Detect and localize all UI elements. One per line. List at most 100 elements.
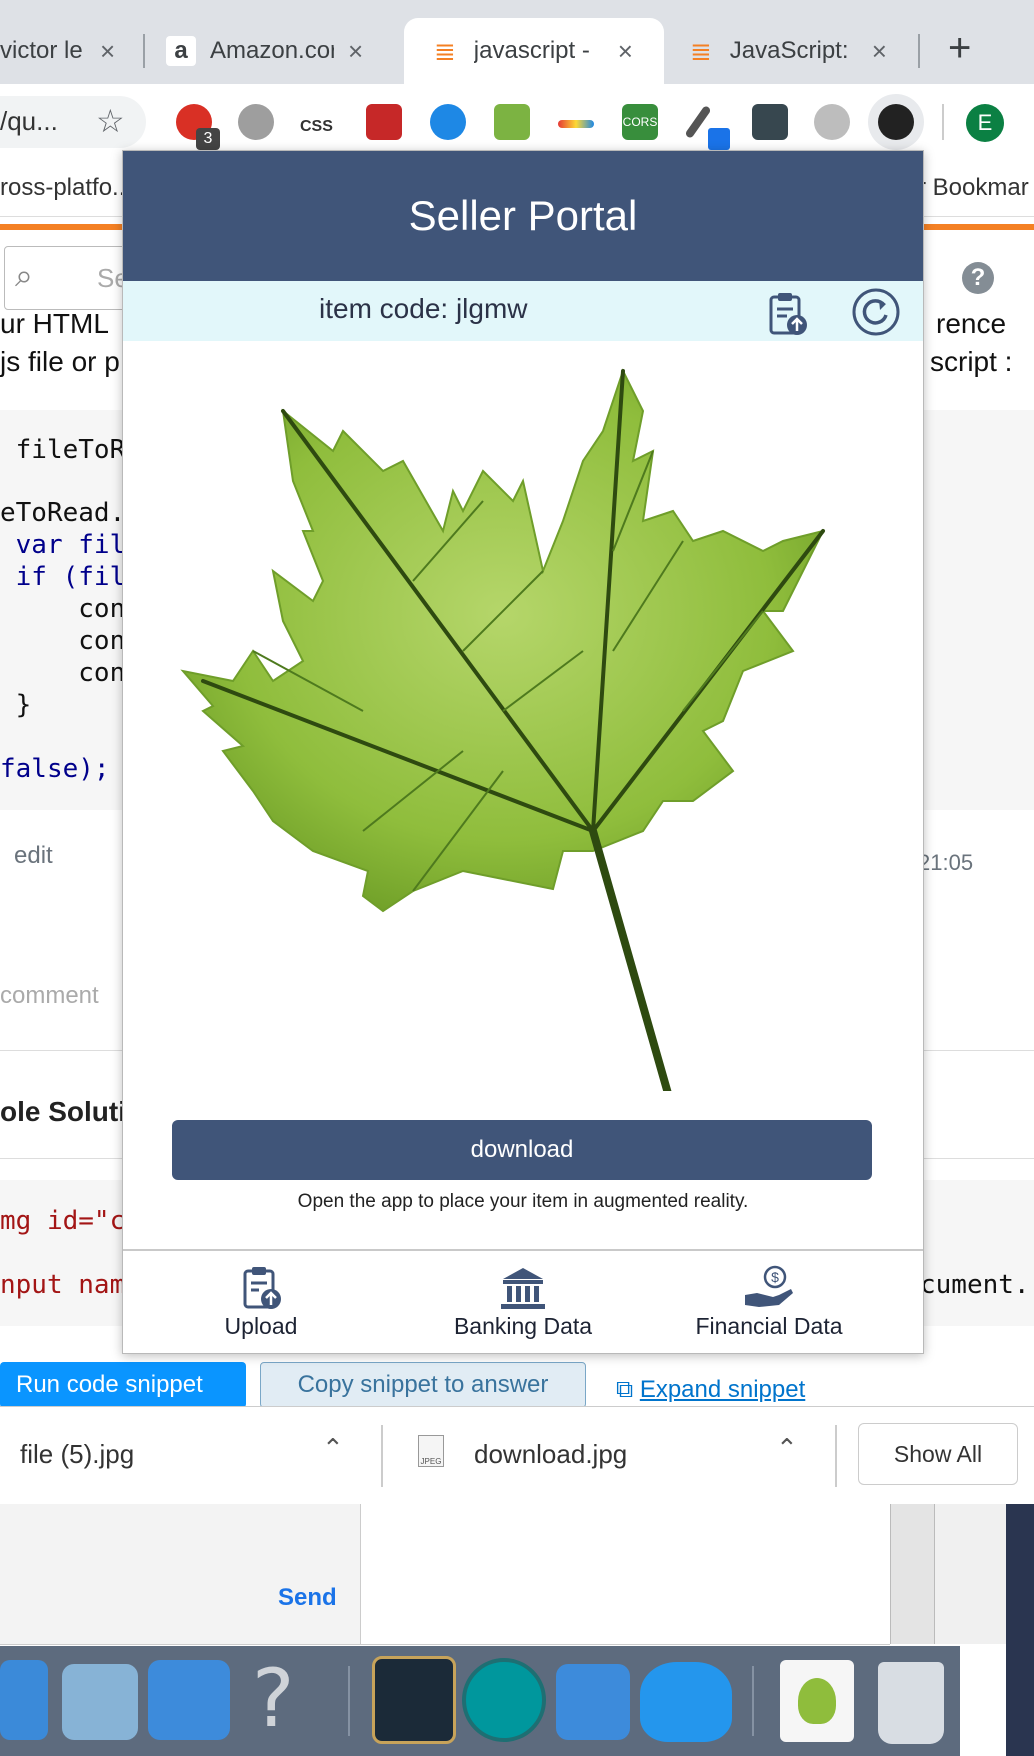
expand-snippet-link[interactable]: ⧉ Expand snippet [616,1376,805,1404]
tab-close-icon[interactable]: × [348,36,363,67]
help-icon[interactable]: ? [962,262,994,294]
download-item[interactable]: JPEG download.jpg ⌃ [384,1407,834,1505]
copy-snippet-button[interactable]: Copy snippet to answer [260,1362,586,1408]
add-comment-link[interactable]: comment [0,982,99,1010]
preview-app-icon[interactable] [62,1664,138,1740]
expand-snippet-label: Expand snippet [639,1376,806,1403]
new-tab-button[interactable]: + [948,26,971,71]
bookmark-item[interactable]: ross-platfo... [0,174,132,202]
xcode-beta-icon[interactable] [148,1660,230,1740]
answer-text: ur HTML [0,308,109,339]
css-extension-icon[interactable]: CSS [300,118,333,136]
leaf-image-thumbnail-icon[interactable] [780,1660,854,1742]
stacked-window [890,1504,935,1644]
tab-javascript-active[interactable]: ≣ javascript - × [404,18,664,84]
cors-extension-icon[interactable]: CORS [622,104,658,140]
download-item[interactable]: file (5).jpg ⌃ [0,1407,380,1505]
tab-javascript[interactable]: ≣ JavaScript: × [690,18,906,84]
run-code-snippet-button[interactable]: Run code snippet [0,1362,246,1408]
upload-clipboard-icon[interactable] [763,289,811,337]
search-icon: ⌕ [15,257,33,293]
tab-amazon[interactable]: a Amazon.cor × [166,18,386,84]
leaf-product-image [180,368,825,1091]
xcode-icon[interactable] [0,1660,48,1740]
docker-icon[interactable] [640,1662,732,1742]
filter-extension-icon[interactable] [430,104,466,140]
divider [835,1425,837,1487]
nav-financial-data[interactable]: $ Financial Data [659,1265,879,1340]
nav-upload[interactable]: Upload [151,1265,371,1340]
league-of-legends-icon[interactable] [372,1656,456,1744]
stackoverflow-icon: ≣ [434,35,456,66]
arduino-icon[interactable] [462,1658,546,1742]
refresh-icon[interactable] [851,287,901,337]
ar-hint-text: Open the app to place your item in augme… [297,1191,749,1212]
toolbar-divider [942,104,944,140]
simulator-icon[interactable] [556,1664,630,1740]
hand-dollar-icon: $ [745,1265,793,1307]
arc-extension-icon[interactable] [558,120,594,128]
download-button[interactable]: download [172,1120,872,1180]
download-shelf: file (5).jpg ⌃ JPEG download.jpg ⌃ Show … [0,1406,1034,1505]
extension-badge: 3 [196,128,220,150]
messages-compose-pane [0,1504,360,1644]
code-line: fileToR [0,435,126,465]
skype-extension-icon[interactable] [238,104,274,140]
divider [381,1425,383,1487]
tab-close-icon[interactable]: × [872,36,887,67]
tab-title: JavaScript: [729,37,849,64]
unknown-app-icon[interactable]: ? [252,1652,294,1745]
code-line: false); [0,754,110,784]
leaf-icon [798,1678,836,1724]
run-code-snippet-label: Run code snippet [16,1371,203,1398]
tab-victor[interactable]: victor le × [0,18,128,84]
aperture-icon [878,104,914,140]
messages-window: Send [0,1504,890,1645]
code-line: eToRead. [0,498,126,528]
tab-divider [143,34,145,68]
chevron-up-icon[interactable]: ⌃ [322,1433,344,1464]
nav-financial-data-label: Financial Data [695,1313,843,1339]
chevron-up-icon[interactable]: ⌃ [776,1433,798,1464]
popup-title: Seller Portal [408,192,638,239]
download-filename: file (5).jpg [20,1439,135,1469]
bookmark-item[interactable]: r Bookmar [918,174,1029,202]
active-extension-button[interactable] [868,94,924,150]
download-filename: download.jpg [474,1439,628,1469]
send-button[interactable]: Send [278,1584,337,1612]
jpeg-file-icon: JPEG [418,1435,444,1467]
answer-text: script : [930,346,1013,377]
code-line: con [0,594,126,624]
code-line: con [0,658,126,688]
trash-icon[interactable] [878,1662,944,1744]
copy-snippet-label: Copy snippet to answer [297,1371,549,1398]
dev-extension-icon[interactable] [752,104,788,140]
nav-banking-data-label: Banking Data [453,1313,593,1339]
external-link-icon: ⧉ [616,1376,640,1403]
seller-portal-popup: Seller Portal item code: jlgmw download … [122,150,924,1354]
tab-title: Amazon.cor [210,37,334,64]
upload-document-icon [243,1267,281,1309]
show-all-label: Show All [893,1440,983,1467]
bookmark-star-icon[interactable]: ☆ [96,102,125,140]
media-extension-icon[interactable] [366,104,402,140]
message-input[interactable] [361,1504,890,1644]
edit-link[interactable]: edit [14,842,53,870]
tab-divider [918,34,920,68]
circle-extension-icon[interactable] [814,104,850,140]
stackoverflow-icon: ≣ [690,35,712,66]
grid-extension-icon[interactable] [494,104,530,140]
nav-banking-data[interactable]: Banking Data [413,1265,633,1340]
nav-upload-label: Upload [224,1313,298,1339]
post-timestamp: 21:05 [918,850,974,875]
answer-text: js file or p [0,346,120,377]
code-line: con [0,626,126,656]
show-all-button[interactable]: Show All [858,1423,1018,1485]
tab-close-icon[interactable]: × [618,36,633,67]
profile-avatar[interactable]: E [966,104,1004,142]
tab-title: victor le [0,37,83,64]
popup-header: Seller Portal [123,151,923,281]
tab-close-icon[interactable]: × [100,36,115,67]
code-line: mg id="c [0,1206,126,1236]
color-swatch-icon [708,128,730,150]
